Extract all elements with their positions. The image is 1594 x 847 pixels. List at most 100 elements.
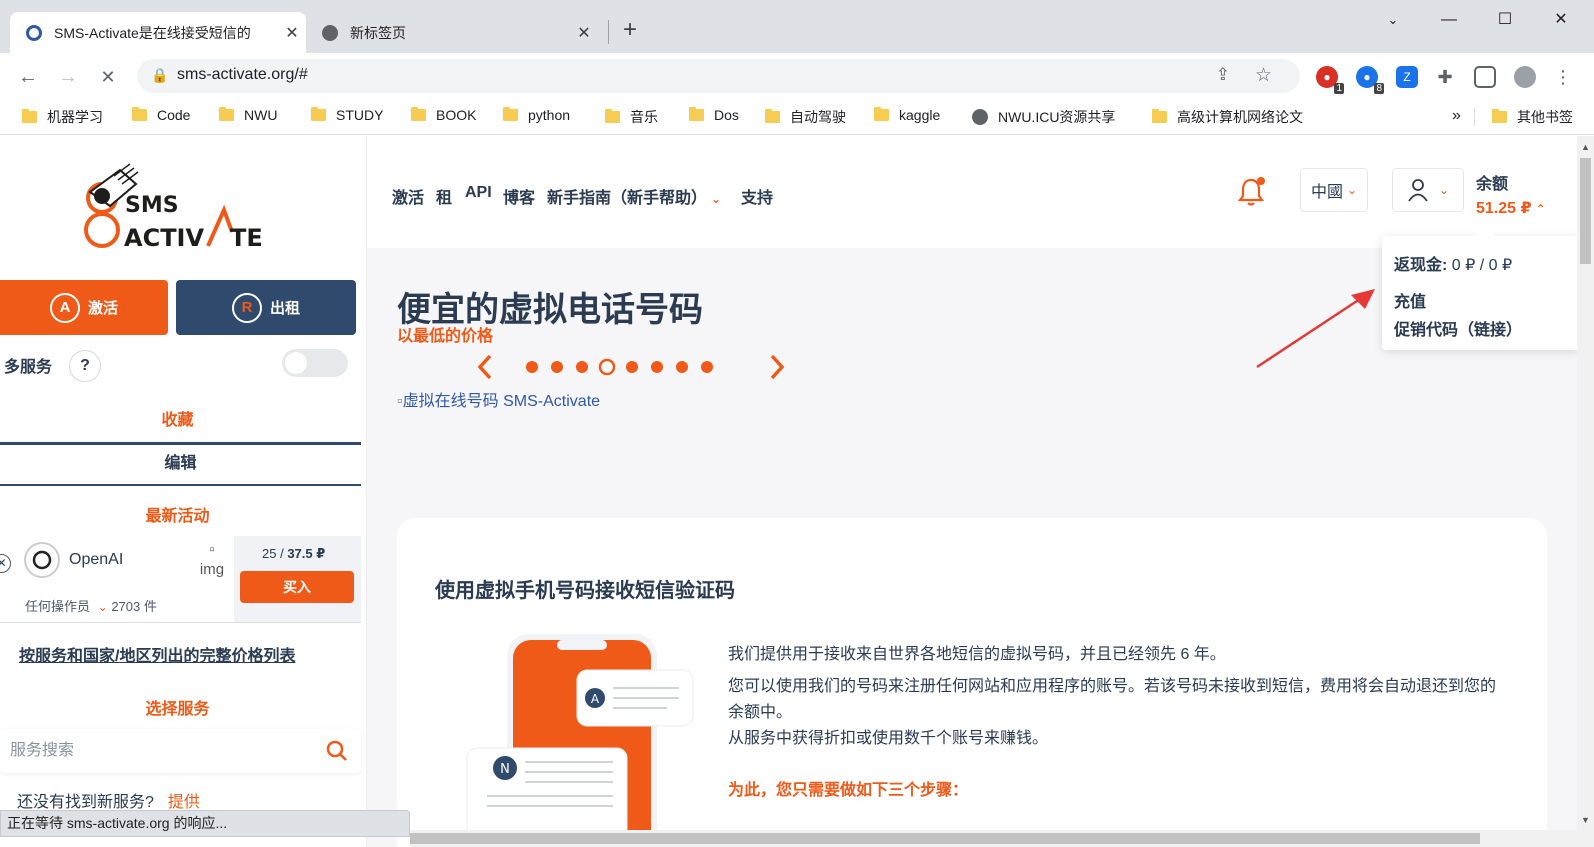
bookmark-folder[interactable]: 高级计算机网络论文 (1152, 107, 1303, 127)
nav-support[interactable]: 支持 (741, 184, 773, 208)
ext-ghost-icon[interactable]: ● 8 (1356, 66, 1384, 94)
favorites-tab[interactable]: 收藏 (0, 406, 355, 430)
side-panel-icon[interactable] (1474, 66, 1496, 88)
vertical-scrollbar[interactable]: ▲ ▼ (1577, 136, 1594, 847)
promo-code-link[interactable]: 促销代码（链接） (1394, 316, 1522, 340)
country-select[interactable]: 中國 ⌄ (1300, 168, 1368, 212)
bookmark-folder[interactable]: Code (132, 107, 190, 123)
carousel-next-arrow-icon[interactable] (770, 354, 785, 380)
carousel-dot[interactable] (651, 361, 663, 373)
nav-guide-label: 新手指南（新手帮助） (547, 190, 708, 207)
stop-loading-icon[interactable]: ✕ (94, 63, 122, 91)
address-bar[interactable]: 🔒 sms-activate.org/# ⇪ ☆ (137, 59, 1300, 93)
ext-zotero-icon[interactable]: Z (1396, 66, 1418, 88)
tab-close-icon[interactable]: ✕ (570, 23, 598, 43)
carousel-prev-arrow-icon[interactable] (477, 354, 492, 380)
multi-service-toggle[interactable] (282, 349, 348, 377)
chevron-down-icon: ⌄ (1438, 183, 1450, 197)
tab-close-icon[interactable]: ✕ (278, 23, 306, 43)
openai-logo-icon (24, 542, 60, 578)
balance-toggle[interactable]: 51.25 ₽ ⌃ (1476, 198, 1546, 218)
profile-avatar-icon[interactable] (1514, 66, 1536, 88)
bookmark-folder[interactable]: 机器学习 (22, 107, 103, 127)
service-search-input[interactable] (10, 729, 310, 773)
bookmark-label: 高级计算机网络论文 (1177, 109, 1303, 125)
scrollbar-thumb[interactable] (1580, 158, 1591, 264)
close-window-icon[interactable]: ✕ (1538, 8, 1584, 32)
horizontal-scrollbar[interactable] (410, 830, 1577, 847)
bookmark-folder[interactable]: 自动驾驶 (765, 107, 846, 127)
ext-adblock-icon[interactable]: ● 1 (1316, 66, 1344, 94)
maximize-window-icon[interactable]: ☐ (1482, 8, 1528, 32)
bookmark-label: NWU.ICU资源共享 (998, 109, 1116, 125)
top-up-link[interactable]: 充值 (1394, 288, 1426, 312)
nav-rent[interactable]: 租 (436, 184, 452, 208)
bookmark-folder[interactable]: BOOK (411, 107, 476, 123)
carousel-dot[interactable] (526, 361, 538, 373)
rent-label: 出租 (269, 300, 300, 317)
browser-tab-active[interactable]: SMS-Activate是在线接受短信的 ✕ (10, 12, 306, 53)
carousel-dot[interactable] (701, 361, 713, 373)
provide-link[interactable]: 提供 (168, 794, 200, 811)
extensions-puzzle-icon[interactable]: ✚ (1434, 66, 1456, 88)
nav-activate[interactable]: 激活 (392, 184, 424, 208)
nav-guide[interactable]: 新手指南（新手帮助） ⌄ (547, 184, 721, 208)
lock-icon[interactable]: 🔒 (151, 67, 168, 84)
card-paragraph-2: 您可以使用我们的号码来注册任何网站和应用程序的账号。若该号码未接收到短信，费用将… (728, 678, 1497, 721)
bookmark-folder[interactable]: STUDY (311, 107, 383, 123)
bookmark-folder[interactable]: 音乐 (605, 107, 658, 127)
folder-icon (1152, 109, 1167, 123)
carousel-dot[interactable] (598, 358, 616, 376)
not-found-text: 还没有找到新服务? (17, 794, 154, 811)
notification-bell-icon[interactable] (1235, 176, 1267, 208)
service-name[interactable]: OpenAI (69, 551, 123, 569)
hero-subtitle: 以最低的价格 (397, 328, 494, 345)
bookmark-folder[interactable]: python (503, 107, 570, 123)
browser-tab-new[interactable]: 新标签页 ✕ (306, 12, 598, 53)
web-page: SMS ACTIV TE A 激活 R 出租 多服务 ? 收藏 编辑 最新活动 … (0, 136, 1594, 847)
url-text[interactable]: sms-activate.org/# (177, 66, 308, 84)
bookmarks-overflow-chevron[interactable]: » (1452, 107, 1461, 125)
nav-api[interactable]: API (465, 184, 492, 202)
user-menu-button[interactable]: ⌄ (1392, 168, 1464, 212)
help-question-icon[interactable]: ? (69, 350, 101, 382)
sms-activate-favicon-icon (26, 24, 42, 41)
sms-activate-logo[interactable]: SMS ACTIV TE (80, 162, 270, 252)
carousel-dot[interactable] (576, 361, 588, 373)
other-bookmarks[interactable]: 其他书签 (1492, 107, 1573, 127)
scroll-down-arrow-icon[interactable]: ▼ (1581, 815, 1590, 825)
rent-button[interactable]: R 出租 (176, 280, 356, 335)
cashback-label: 返现金: (1394, 257, 1448, 274)
bookmark-folder[interactable]: Dos (689, 107, 739, 123)
forward-arrow-icon[interactable]: → (54, 63, 82, 91)
info-card: 使用虚拟手机号码接收短信验证码 A N 我们提供用于接收来自世界各地短信的虚拟号… (397, 518, 1547, 847)
minimize-window-icon[interactable]: — (1426, 8, 1472, 32)
bookmark-folder[interactable]: kaggle (874, 107, 940, 123)
back-arrow-icon[interactable]: ← (14, 63, 42, 91)
activate-button[interactable]: A 激活 (0, 280, 168, 335)
remove-circle-icon[interactable]: ✕ (0, 554, 11, 573)
bookmark-folder[interactable]: NWU (219, 107, 277, 123)
phone-illustration: A N (466, 634, 694, 847)
edit-tab[interactable]: 编辑 (0, 442, 361, 486)
nav-blog[interactable]: 博客 (503, 184, 535, 208)
carousel-dot[interactable] (676, 361, 688, 373)
menu-kebab-icon[interactable]: ⋮ (1552, 66, 1574, 88)
image-alt-text: img (199, 561, 225, 578)
price-list-link[interactable]: 按服务和国家/地区列出的完整价格列表 (19, 642, 295, 666)
tab-search-chevron-icon[interactable]: ⌄ (1370, 8, 1416, 32)
new-tab-plus-icon[interactable]: + (616, 16, 644, 44)
folder-icon (874, 107, 889, 121)
folder-icon (132, 107, 147, 121)
service-search[interactable] (0, 729, 361, 773)
scrollbar-thumb[interactable] (410, 833, 1480, 844)
operator-select[interactable]: 任何操作员 ⌄ 2703 件 (25, 596, 157, 615)
scroll-up-arrow-icon[interactable]: ▲ (1581, 142, 1590, 152)
carousel-dot[interactable] (551, 361, 563, 373)
buy-button[interactable]: 买入 (240, 571, 354, 603)
search-icon[interactable] (326, 740, 348, 762)
carousel-dot[interactable] (626, 361, 638, 373)
bookmark-star-icon[interactable]: ☆ (1255, 64, 1272, 87)
bookmark-link[interactable]: NWU.ICU资源共享 (972, 107, 1115, 127)
share-icon[interactable]: ⇪ (1216, 65, 1230, 85)
